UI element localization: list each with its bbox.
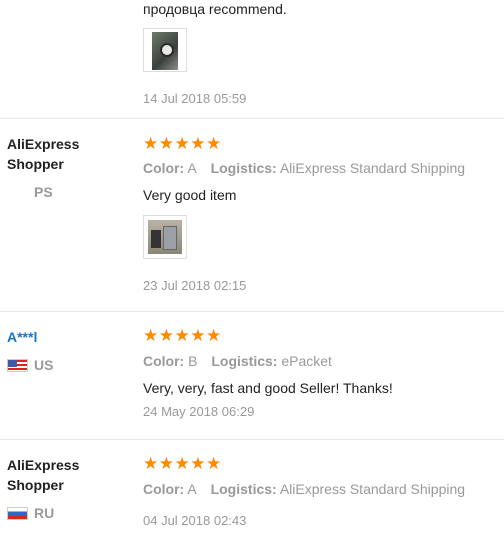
color-label: Color: <box>143 481 185 497</box>
us-flag-icon <box>7 358 28 372</box>
review-date: 14 Jul 2018 05:59 <box>143 91 247 106</box>
country-code: US <box>34 357 54 373</box>
logistics-value: AliExpress Standard Shipping <box>279 481 466 497</box>
buyer-country: RU <box>7 504 54 522</box>
logistics-label: Logistics: <box>210 160 277 176</box>
review-date: 23 Jul 2018 02:15 <box>143 278 247 293</box>
color-value: B <box>188 353 198 369</box>
review-text: Very, very, fast and good Seller! Thanks… <box>143 380 393 396</box>
review-divider <box>0 439 504 440</box>
color-value: A <box>187 481 197 497</box>
rating-stars: ★★★★★ <box>143 454 222 473</box>
review-date: 04 Jul 2018 02:43 <box>143 513 247 528</box>
order-attributes: Color: A Logistics: AliExpress Standard … <box>143 159 465 177</box>
logistics-label: Logistics: <box>211 353 278 369</box>
order-attributes: Color: B Logistics: ePacket <box>143 352 332 370</box>
buyer-country: US <box>7 356 53 374</box>
buyer-name-line2: Shopper <box>7 156 64 172</box>
review-text: продовца recommend. <box>143 1 287 17</box>
rating-stars: ★★★★★ <box>143 326 222 345</box>
buyer-info: AliExpress Shopper <box>7 134 127 174</box>
review-photo-thumbnail[interactable] <box>143 28 187 72</box>
color-label: Color: <box>143 353 185 369</box>
rating-stars: ★★★★★ <box>143 134 222 153</box>
ru-flag-icon <box>7 506 28 520</box>
buyer-info: AliExpress Shopper <box>7 455 127 495</box>
color-label: Color: <box>143 160 185 176</box>
logistics-value: ePacket <box>281 353 332 369</box>
buyer-name: AliExpress <box>7 136 80 152</box>
logistics-label: Logistics: <box>210 481 277 497</box>
logistics-value: AliExpress Standard Shipping <box>279 160 466 176</box>
buyer-name: AliExpress <box>7 457 80 473</box>
country-code: RU <box>34 505 55 521</box>
buyer-country: PS <box>34 183 53 201</box>
review-date: 24 May 2018 06:29 <box>143 404 255 419</box>
order-attributes: Color: A Logistics: AliExpress Standard … <box>143 480 465 498</box>
buyer-info: A***l <box>7 327 127 347</box>
country-code: PS <box>34 184 53 200</box>
buyer-name-line2: Shopper <box>7 477 64 493</box>
review-divider <box>0 311 504 312</box>
buyer-name-link[interactable]: A***l <box>7 327 127 347</box>
review-item: продовца recommend. 14 Jul 2018 05:59 <box>0 0 504 118</box>
review-photo-thumbnail[interactable] <box>143 215 187 259</box>
review-text: Very good item <box>143 187 237 203</box>
color-value: A <box>187 160 197 176</box>
